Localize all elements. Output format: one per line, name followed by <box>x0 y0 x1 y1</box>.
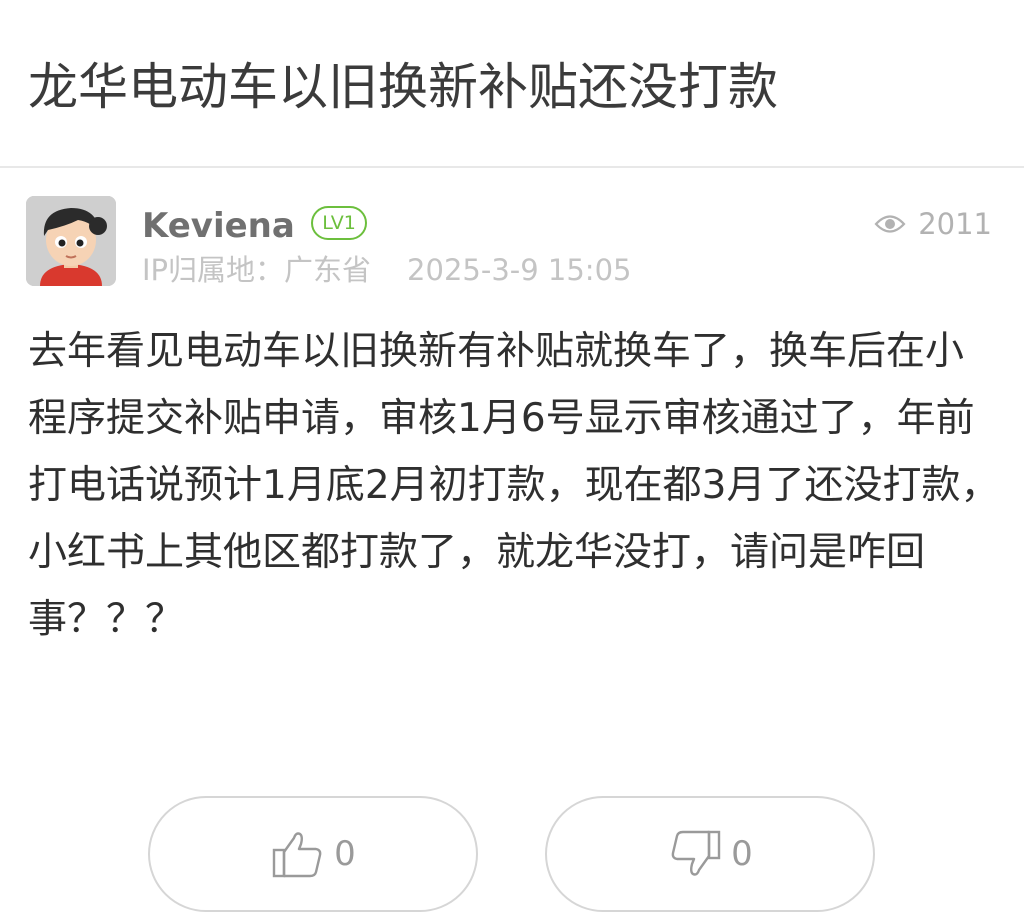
avatar-image <box>26 196 116 286</box>
post-datetime: 2025-3-9 15:05 <box>407 253 632 287</box>
dislike-button[interactable]: 0 <box>545 796 875 912</box>
like-button[interactable]: 0 <box>148 796 478 912</box>
avatar[interactable] <box>26 196 116 286</box>
post-title: 龙华电动车以旧换新补贴还没打款 <box>28 58 778 116</box>
thumbs-down-icon <box>671 830 721 876</box>
thumbs-up-icon <box>272 832 322 878</box>
level-badge: LV1 <box>311 206 367 240</box>
post-body: 去年看见电动车以旧换新有补贴就换车了，换车后在小程序提交补贴申请，审核1月6号显… <box>28 329 1000 642</box>
ip-location: IP归属地：广东省 <box>142 253 372 287</box>
like-count: 0 <box>334 834 356 874</box>
divider <box>0 166 1024 168</box>
view-count-value: 2011 <box>918 207 992 241</box>
eye-icon <box>874 215 906 233</box>
dislike-count: 0 <box>731 834 753 874</box>
view-count: 2011 <box>874 204 992 244</box>
author-name[interactable]: Keviena <box>142 204 295 248</box>
title-bar: 龙华电动车以旧换新补贴还没打款 <box>0 0 1024 166</box>
post-meta: IP归属地：广东省 2025-3-9 15:05 <box>142 250 631 290</box>
